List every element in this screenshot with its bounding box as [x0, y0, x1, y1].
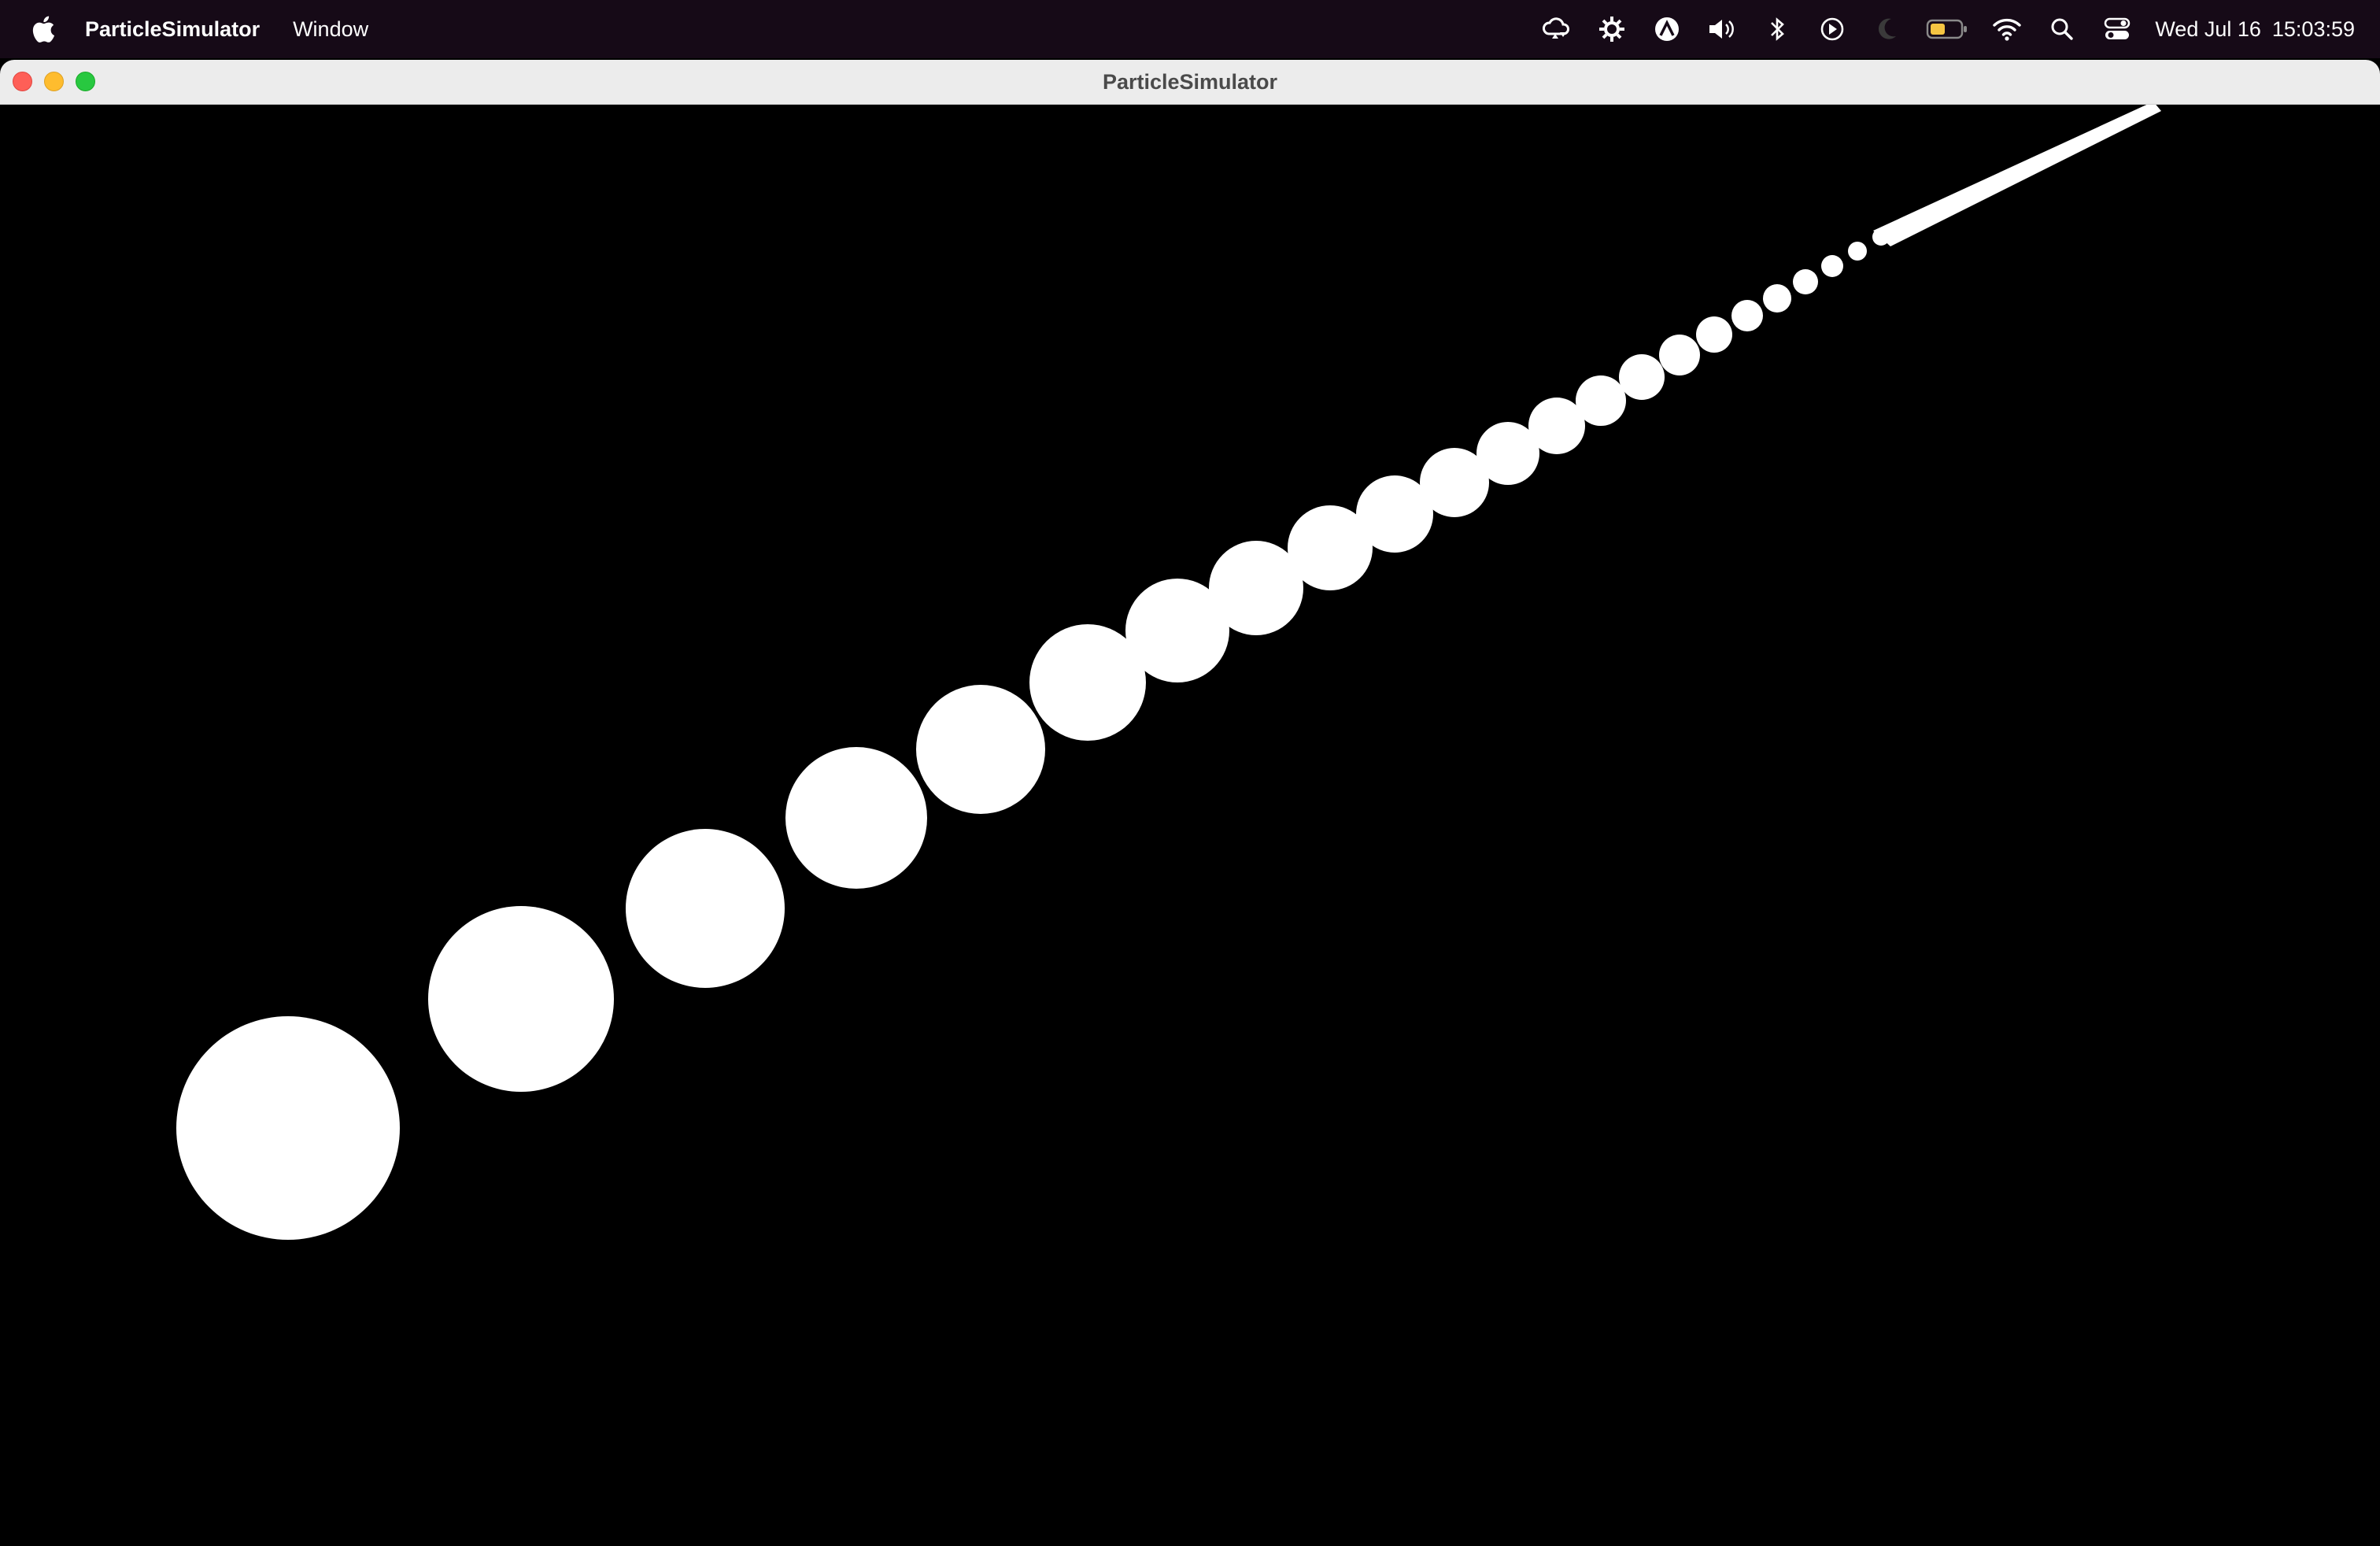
apple-menu-icon[interactable]	[28, 12, 58, 46]
cloud-sync-icon[interactable]	[1539, 12, 1574, 46]
menu-app-name[interactable]: ParticleSimulator	[85, 17, 260, 42]
clock-date: Wed Jul 16	[2155, 17, 2261, 41]
play-circle-icon[interactable]	[1815, 12, 1850, 46]
status-area: Wed Jul 16 15:03:59	[1519, 0, 2355, 58]
simulation-canvas[interactable]	[0, 105, 2380, 1546]
wifi-icon[interactable]	[1990, 12, 2024, 46]
app-window: ParticleSimulator	[0, 60, 2380, 1546]
particle-tail	[1873, 105, 2161, 246]
window-titlebar[interactable]: ParticleSimulator	[0, 60, 2380, 105]
battery-icon[interactable]	[1925, 12, 1969, 46]
menu-window[interactable]: Window	[293, 17, 368, 42]
close-button[interactable]	[13, 72, 32, 91]
control-center-icon[interactable]	[2100, 12, 2134, 46]
window-title: ParticleSimulator	[1102, 69, 1278, 94]
particle-trail	[176, 105, 2161, 1240]
traffic-lights	[13, 72, 95, 91]
particle-22	[1848, 242, 1867, 261]
moon-icon[interactable]	[1870, 12, 1905, 46]
particle-20	[1793, 269, 1818, 294]
network-gear-icon[interactable]	[1595, 12, 1629, 46]
particle-14	[1576, 375, 1626, 426]
volume-icon[interactable]	[1705, 12, 1739, 46]
particle-5	[916, 685, 1045, 814]
particle-2	[428, 906, 614, 1092]
particle-15	[1619, 354, 1665, 400]
zoom-button[interactable]	[76, 72, 95, 91]
bluetooth-icon[interactable]	[1760, 12, 1794, 46]
vpn-shield-icon[interactable]	[1650, 12, 1684, 46]
minimize-button[interactable]	[44, 72, 64, 91]
clock-time: 15:03:59	[2271, 17, 2355, 41]
menu-clock[interactable]: Wed Jul 16 15:03:59	[2155, 17, 2355, 42]
particle-3	[626, 829, 785, 988]
particle-4	[785, 747, 927, 889]
particle-17	[1696, 316, 1732, 353]
particle-21	[1821, 255, 1843, 277]
particle-19	[1763, 284, 1791, 313]
particle-1	[176, 1016, 400, 1240]
menu-bar: ParticleSimulator Window Wed Jul 16 15:0…	[0, 0, 2380, 58]
search-icon[interactable]	[2045, 12, 2079, 46]
particle-18	[1731, 300, 1763, 331]
particle-16	[1659, 335, 1700, 375]
